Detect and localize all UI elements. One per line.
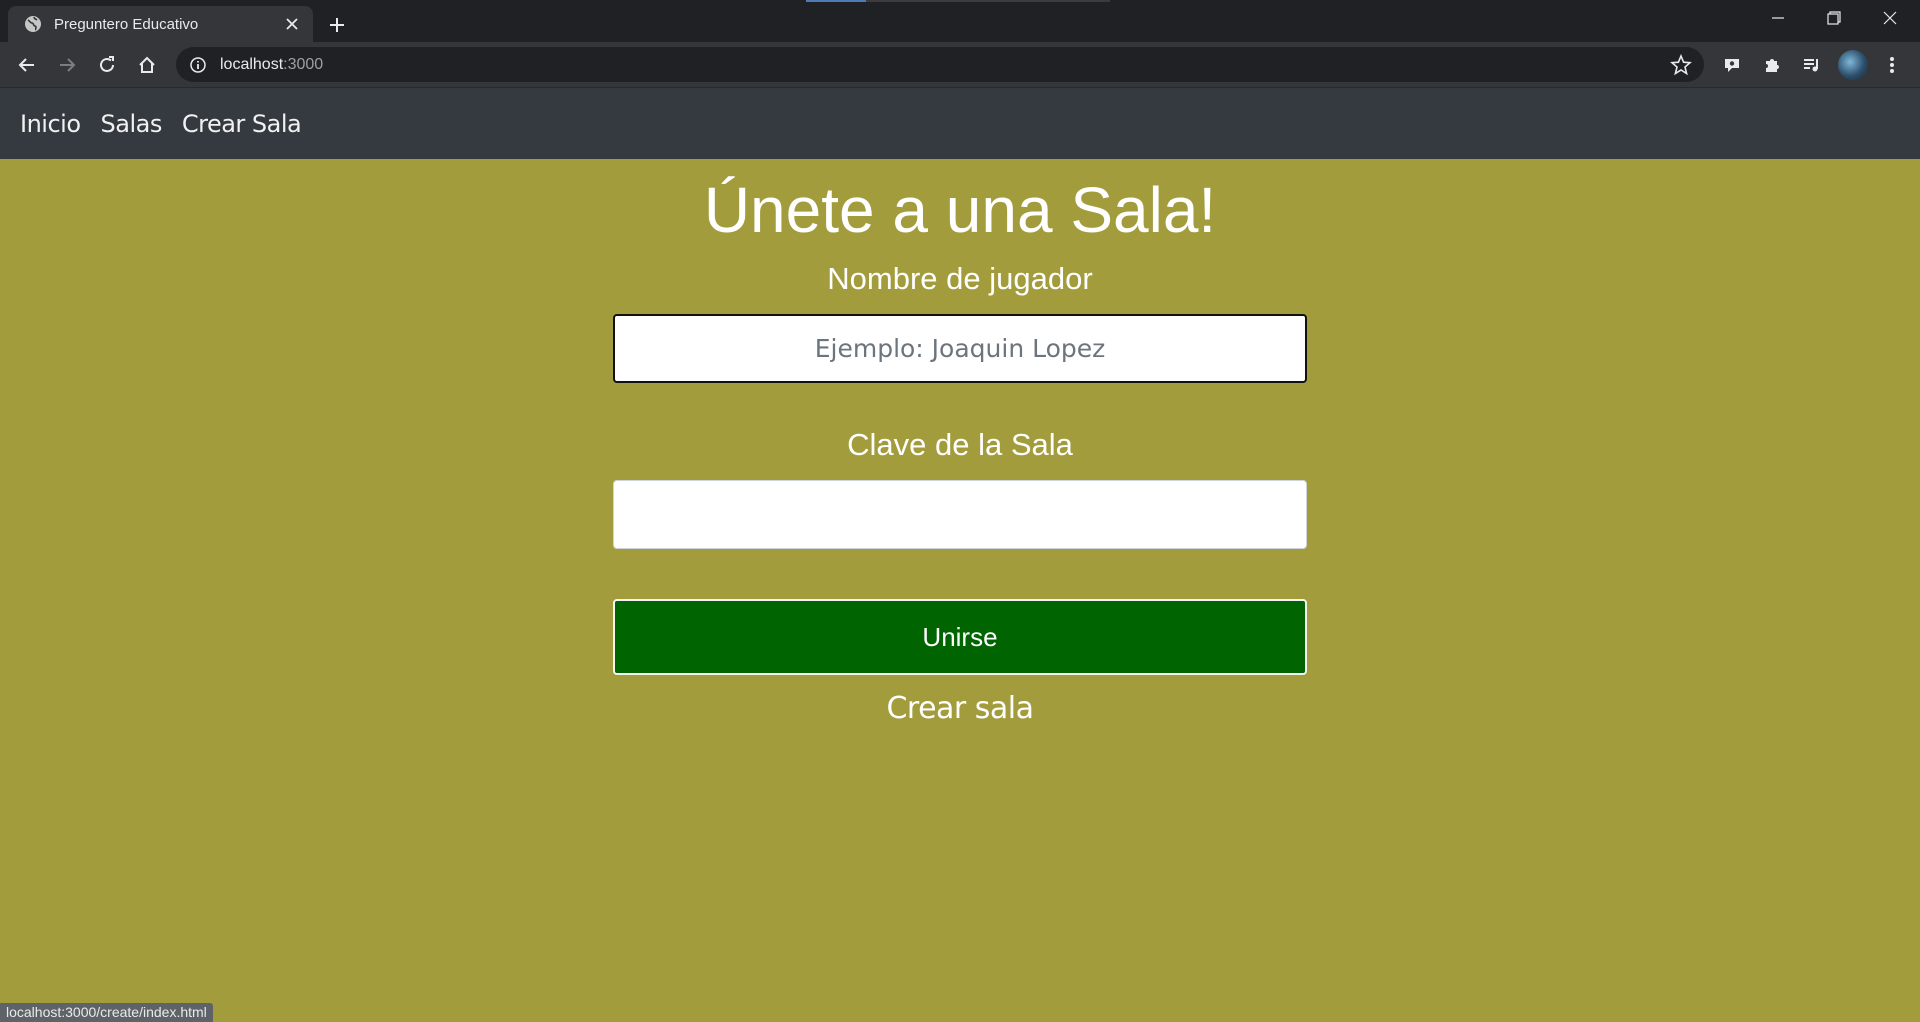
back-icon[interactable] (11, 49, 43, 81)
minimize-icon[interactable] (1750, 0, 1806, 36)
restore-icon[interactable] (1806, 0, 1862, 36)
loading-indicator (806, 0, 1110, 2)
address-bar[interactable]: localhost:3000 (176, 47, 1704, 82)
create-room-link[interactable]: Crear sala (0, 691, 1920, 726)
puzzle-icon[interactable] (1756, 49, 1788, 81)
profile-avatar[interactable] (1838, 50, 1868, 80)
room-key-input[interactable] (613, 480, 1307, 549)
player-name-input[interactable] (613, 314, 1307, 383)
nav-link-salas[interactable]: Salas (101, 110, 163, 138)
player-name-label: Nombre de jugador (827, 261, 1093, 296)
media-icon[interactable] (1796, 49, 1828, 81)
browser-toolbar: localhost:3000 (0, 42, 1920, 88)
extension-icon[interactable] (1716, 49, 1748, 81)
menu-icon[interactable] (1876, 49, 1908, 81)
globe-icon (24, 15, 42, 33)
join-room-form: Únete a una Sala! Nombre de jugador Clav… (0, 159, 1920, 1022)
page-title: Únete a una Sala! (703, 174, 1217, 246)
site-navbar: Inicio Salas Crear Sala (0, 88, 1920, 159)
close-window-icon[interactable] (1862, 0, 1918, 36)
tab-title: Preguntero Educativo (54, 15, 199, 33)
forward-icon[interactable] (51, 49, 83, 81)
browser-tabstrip: Preguntero Educativo (0, 0, 1920, 42)
close-icon[interactable] (281, 13, 303, 35)
url-text: localhost:3000 (220, 55, 324, 73)
join-button[interactable]: Unirse (613, 599, 1307, 675)
status-url: localhost:3000/create/index.html (0, 1003, 213, 1022)
plus-icon[interactable] (322, 10, 352, 40)
star-icon[interactable] (1670, 54, 1692, 76)
room-key-label: Clave de la Sala (847, 427, 1073, 462)
nav-link-inicio[interactable]: Inicio (20, 110, 81, 138)
nav-link-crear-sala[interactable]: Crear Sala (182, 110, 302, 138)
browser-tab[interactable]: Preguntero Educativo (8, 6, 313, 42)
info-icon[interactable] (190, 56, 206, 73)
home-icon[interactable] (131, 49, 163, 81)
reload-icon[interactable] (91, 49, 123, 81)
